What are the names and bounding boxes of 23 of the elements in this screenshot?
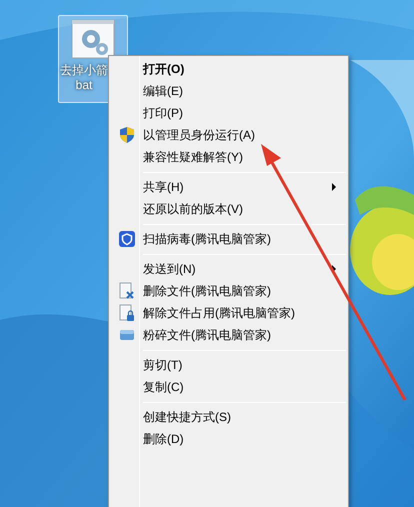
file-name: 去掉小箭 [60,63,108,78]
menu-item[interactable]: 粉碎文件(腾讯电脑管家) [111,324,346,346]
file-unlock-icon [119,304,135,322]
menu-item[interactable]: 以管理员身份运行(A) [111,124,346,146]
file-name: bat [76,78,92,93]
menu-item[interactable]: 删除(D) [111,428,346,450]
menu-item[interactable]: 复制(C) [111,376,346,398]
menu-item[interactable]: 共享(H) [111,176,346,198]
menu-item[interactable]: 创建快捷方式(S) [111,406,346,428]
submenu-arrow-icon [332,183,336,191]
submenu-arrow-icon [332,265,336,273]
menu-item[interactable]: 兼容性疑难解答(Y) [111,146,346,168]
shield-icon [119,231,135,247]
menu-item[interactable]: 打印(P) [111,102,346,124]
menu-item[interactable]: 删除文件(腾讯电脑管家) [111,280,346,302]
menu-item[interactable]: 还原以前的版本(V) [111,198,346,220]
file-delete-icon [119,282,135,300]
menu-item[interactable]: 解除文件占用(腾讯电脑管家) [111,302,346,324]
shredder-icon [119,328,135,342]
menu-item[interactable]: 剪切(T) [111,354,346,376]
menu-item[interactable]: 扫描病毒(腾讯电脑管家) [111,228,346,250]
shield-icon [120,127,134,143]
menu-item[interactable]: 发送到(N) [111,258,346,280]
